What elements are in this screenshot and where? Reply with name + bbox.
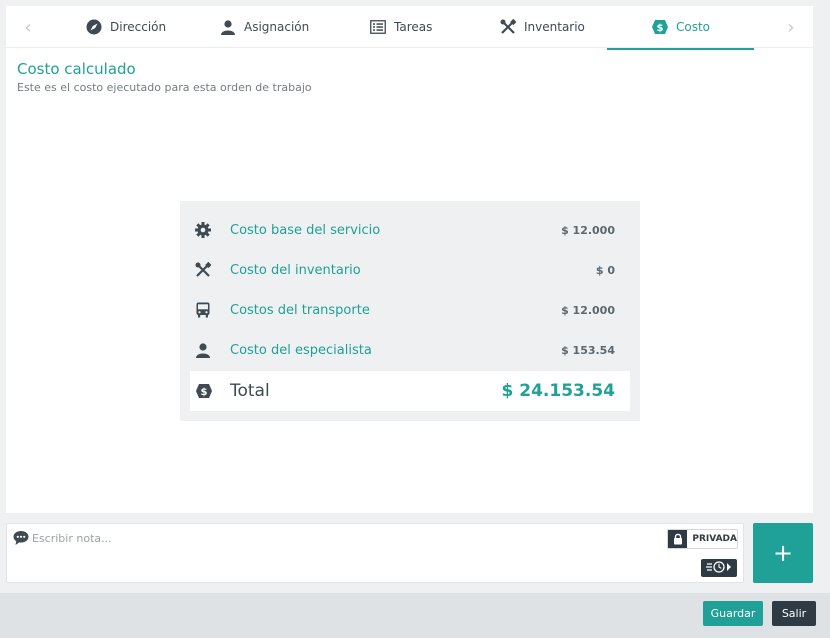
cost-value: $ 0: [595, 263, 615, 277]
cost-row-total: $ Total $ 24.153.54: [190, 371, 630, 411]
voice-record-button[interactable]: [701, 559, 737, 577]
bus-icon: [194, 301, 212, 319]
chevron-left-icon[interactable]: ‹: [8, 6, 48, 48]
dollar-tag-icon: $: [195, 382, 213, 400]
svg-text:$: $: [657, 23, 664, 34]
tab-asignacion[interactable]: Asignación: [220, 6, 309, 48]
microphone-record-icon: [705, 559, 733, 578]
save-button[interactable]: Guardar: [703, 601, 763, 626]
page-subtitle: Este es el costo ejecutado para esta ord…: [17, 81, 312, 94]
total-value: $ 24.153.54: [501, 381, 615, 401]
tab-direccion[interactable]: Dirección: [86, 6, 166, 48]
exit-button[interactable]: Salir: [772, 601, 816, 626]
private-toggle-button[interactable]: PRIVADA: [667, 529, 738, 549]
gear-icon: [194, 221, 212, 239]
note-composer: PRIVADA: [6, 523, 744, 583]
tab-label: Asignación: [244, 20, 310, 34]
cost-row-specialist: Costo del especialista $ 153.54: [180, 330, 640, 370]
person-icon: [194, 341, 212, 359]
svg-text:$: $: [201, 387, 208, 398]
cost-value: $ 153.54: [561, 343, 615, 357]
cost-label: Costo del inventario: [230, 262, 361, 278]
tab-inventario[interactable]: Inventario: [500, 6, 585, 48]
private-label: PRIVADA: [692, 534, 737, 544]
tab-tareas[interactable]: Tareas: [370, 6, 432, 48]
task-list-icon: [370, 19, 386, 35]
cost-row-base-service: Costo base del servicio $ 12.000: [180, 210, 640, 250]
person-icon: [220, 19, 236, 35]
compass-icon: [86, 19, 102, 35]
dollar-tag-icon: $: [652, 19, 668, 35]
cost-row-transport: Costos del transporte $ 12.000: [180, 290, 640, 330]
main-panel: ‹ Dirección Asignación Tareas Inventario: [6, 6, 813, 513]
cost-value: $ 12.000: [561, 223, 615, 237]
cost-value: $ 12.000: [561, 303, 615, 317]
cost-label: Costo base del servicio: [230, 222, 381, 238]
cost-row-inventory: Costo del inventario $ 0: [180, 250, 640, 290]
chevron-right-icon[interactable]: ›: [771, 6, 811, 48]
add-note-button[interactable]: +: [753, 523, 813, 583]
tools-icon: [500, 19, 516, 35]
total-label: Total: [230, 381, 270, 401]
tab-bar: ‹ Dirección Asignación Tareas Inventario: [6, 6, 813, 50]
tab-costo[interactable]: $ Costo: [606, 6, 755, 50]
cost-label: Costos del transporte: [230, 302, 370, 318]
tab-label: Dirección: [110, 20, 167, 34]
tab-label: Tareas: [394, 20, 433, 34]
tab-label: Inventario: [524, 20, 585, 34]
tools-icon: [194, 261, 212, 279]
speech-bubble-icon: [13, 530, 29, 546]
page-title: Costo calculado: [17, 60, 136, 78]
tab-label: Costo: [676, 20, 711, 34]
lock-icon: [668, 530, 688, 548]
note-input[interactable]: [32, 528, 632, 548]
cost-summary: Costo base del servicio $ 12.000 Costo d…: [180, 201, 640, 421]
cost-label: Costo del especialista: [230, 342, 372, 358]
